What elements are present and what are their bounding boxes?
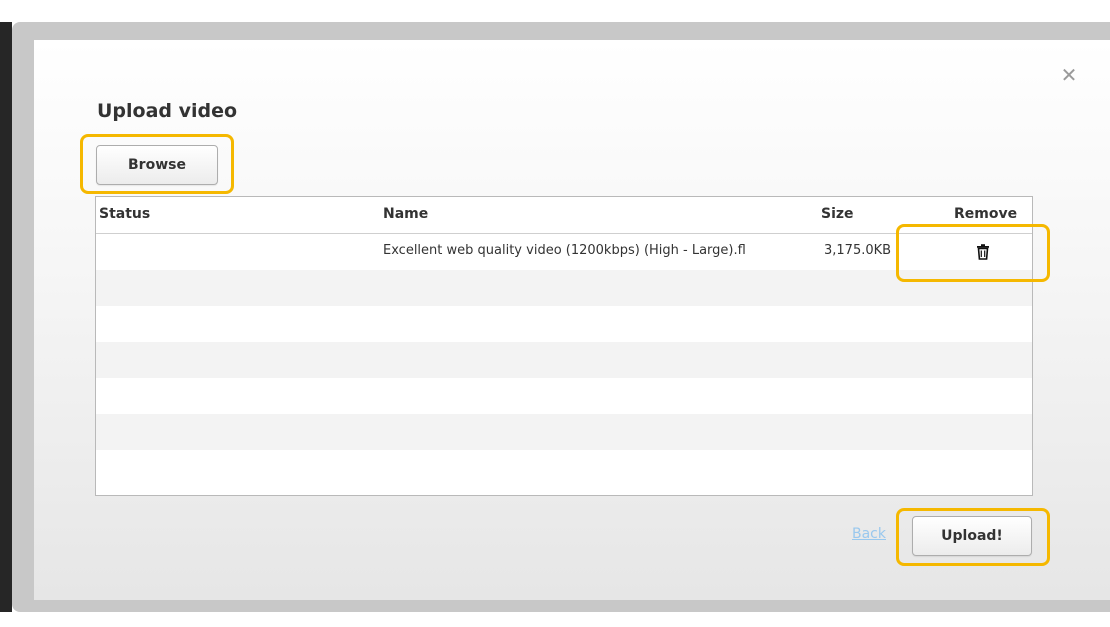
dialog-title: Upload video: [97, 100, 238, 122]
column-header-remove: Remove: [954, 206, 1018, 222]
close-icon[interactable]: ✕: [1058, 64, 1080, 86]
row-file-size: 3,175.0KB: [824, 243, 892, 258]
page-backdrop-left: [0, 22, 12, 627]
page-backdrop-bottom: [0, 612, 1110, 627]
upload-file-table: Status Name Size Remove Excellent web qu…: [95, 196, 1033, 496]
empty-table-row: [96, 306, 1032, 342]
empty-table-row: [96, 378, 1032, 414]
table-row: Excellent web quality video (1200kbps) (…: [96, 234, 1032, 270]
empty-table-row: [96, 414, 1032, 450]
empty-table-row: [96, 270, 1032, 306]
table-header: Status Name Size Remove: [96, 197, 1032, 234]
page-backdrop-top: [0, 0, 1110, 22]
browse-button[interactable]: Browse: [96, 145, 218, 185]
column-header-status: Status: [99, 206, 151, 222]
row-file-name: Excellent web quality video (1200kbps) (…: [383, 243, 746, 258]
column-header-name: Name: [383, 206, 429, 222]
empty-table-row: [96, 450, 1032, 486]
column-header-size: Size: [821, 206, 854, 222]
trash-icon[interactable]: [973, 242, 993, 262]
empty-table-row: [96, 342, 1032, 378]
upload-button[interactable]: Upload!: [912, 516, 1032, 556]
back-link[interactable]: Back: [852, 526, 886, 542]
